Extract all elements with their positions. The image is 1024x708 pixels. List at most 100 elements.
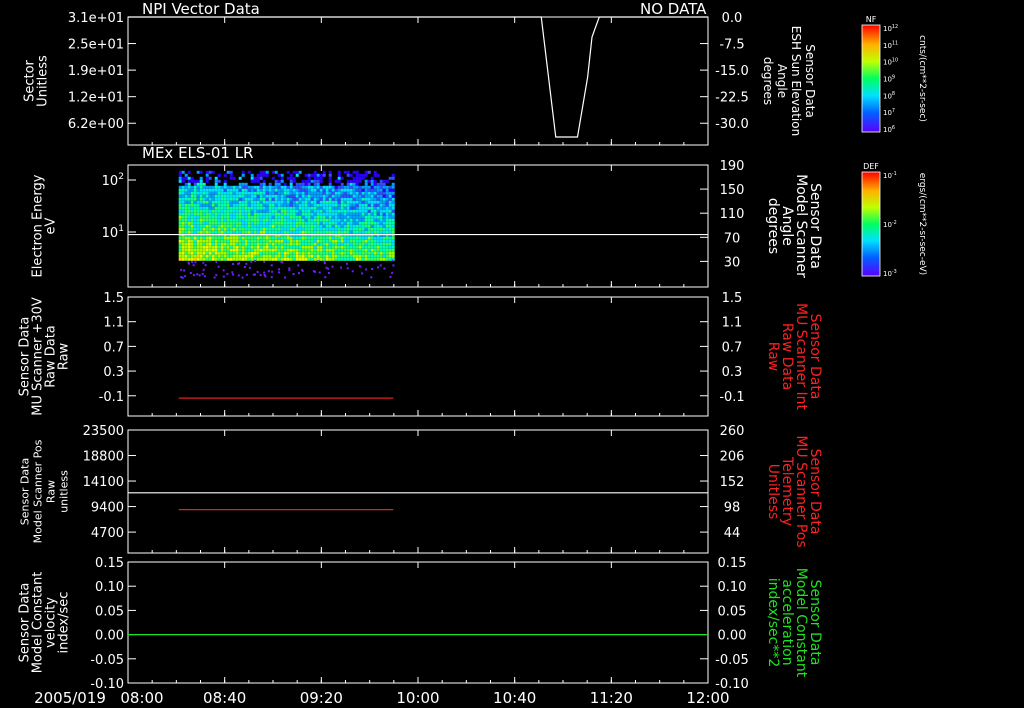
spectrogram-cell bbox=[235, 191, 239, 195]
spectrogram-cell bbox=[379, 185, 383, 189]
spectrogram-cell bbox=[223, 188, 227, 192]
spectrogram-cell bbox=[181, 242, 185, 246]
spectrogram-cell bbox=[316, 230, 320, 234]
spectrogram-cell bbox=[208, 200, 212, 204]
spectrogram-cell bbox=[379, 179, 383, 183]
spectrogram-cell bbox=[184, 248, 188, 252]
spectrogram-cell bbox=[235, 257, 239, 261]
spectrogram-cell bbox=[319, 173, 323, 177]
spectrogram-cell bbox=[241, 173, 245, 177]
spectrogram-cell bbox=[274, 191, 278, 195]
spectrogram-cell bbox=[202, 194, 206, 198]
spectrogram-cell bbox=[373, 254, 377, 258]
spectrogram-cell bbox=[205, 218, 209, 222]
spectrogram-cell bbox=[355, 248, 359, 252]
spectrogram-cell bbox=[328, 182, 332, 186]
spectrogram-cell bbox=[271, 197, 275, 201]
colorbar-tick-label: 106 bbox=[883, 125, 895, 134]
spectrogram-cell bbox=[250, 188, 254, 192]
spectrogram-cell bbox=[232, 254, 236, 258]
spectrogram-cell bbox=[367, 170, 371, 174]
spectrogram-cell bbox=[379, 242, 383, 246]
date-label: 2005/019 bbox=[34, 689, 106, 707]
spectrogram-cell bbox=[256, 188, 260, 192]
spectrogram-speck bbox=[232, 273, 235, 276]
spectrogram-cell bbox=[385, 254, 389, 258]
spectrogram-cell bbox=[181, 176, 185, 180]
spectrogram-cell bbox=[361, 230, 365, 234]
spectrogram-cell bbox=[196, 215, 200, 219]
spectrogram-cell bbox=[352, 230, 356, 234]
spectrogram-cell bbox=[241, 227, 245, 231]
spectrogram-cell bbox=[289, 173, 293, 177]
spectrogram-cell bbox=[364, 194, 368, 198]
spectrogram-cell bbox=[265, 257, 269, 261]
spectrogram-cell bbox=[202, 224, 206, 228]
spectrogram-cell bbox=[298, 239, 302, 243]
spectrogram-cell bbox=[355, 221, 359, 225]
spectrogram-cell bbox=[316, 200, 320, 204]
colorbar-tick-label: 107 bbox=[883, 108, 895, 117]
spectrogram-cell bbox=[328, 194, 332, 198]
spectrogram-cell bbox=[337, 236, 341, 240]
spectrogram-cell bbox=[220, 251, 224, 255]
spectrogram-cell bbox=[388, 221, 392, 225]
spectrogram-cell bbox=[343, 194, 347, 198]
spectrogram-cell bbox=[268, 236, 272, 240]
spectrogram-cell bbox=[382, 224, 386, 228]
panel1-title: NPI Vector Data bbox=[142, 0, 260, 18]
spectrogram-cell bbox=[187, 200, 191, 204]
spectrogram-cell bbox=[304, 218, 308, 222]
spectrogram-cell bbox=[319, 209, 323, 213]
spectrogram-cell bbox=[187, 251, 191, 255]
left-axis-label: SectorUnitless bbox=[23, 55, 51, 107]
spectrogram-speck bbox=[259, 274, 262, 277]
spectrogram-cell bbox=[298, 209, 302, 213]
spectrogram-cell bbox=[196, 227, 200, 231]
spectrogram-cell bbox=[262, 200, 266, 204]
spectrogram-cell bbox=[364, 221, 368, 225]
spectrogram-cell bbox=[202, 197, 206, 201]
spectrogram-cell bbox=[346, 245, 350, 249]
spectrogram-cell bbox=[298, 242, 302, 246]
spectrogram-cell bbox=[352, 245, 356, 249]
spectrogram-cell bbox=[214, 224, 218, 228]
spectrogram-cell bbox=[268, 242, 272, 246]
spectrogram-cell bbox=[298, 185, 302, 189]
spectrogram-cell bbox=[178, 227, 182, 231]
spectrogram-cell bbox=[268, 203, 272, 207]
spectrogram-cell bbox=[286, 185, 290, 189]
spectrogram-cell bbox=[178, 245, 182, 249]
spectrogram-cell bbox=[346, 194, 350, 198]
spectrogram-cell bbox=[358, 221, 362, 225]
spectrogram-cell bbox=[190, 215, 194, 219]
spectrogram-cell bbox=[361, 236, 365, 240]
spectrogram-cell bbox=[268, 251, 272, 255]
spectrogram-cell bbox=[304, 257, 308, 261]
spectrogram-cell bbox=[190, 248, 194, 252]
spectrogram-cell bbox=[325, 224, 329, 228]
spectrogram-cell bbox=[280, 209, 284, 213]
spectrogram-cell bbox=[376, 257, 380, 261]
spectrogram-cell bbox=[367, 185, 371, 189]
spectrogram-cell bbox=[190, 176, 194, 180]
spectrogram-cell bbox=[202, 236, 206, 240]
spectrogram-cell bbox=[325, 185, 329, 189]
spectrogram-cell bbox=[346, 254, 350, 258]
spectrogram-cell bbox=[226, 212, 230, 216]
spectrogram-cell bbox=[271, 194, 275, 198]
spectrogram-cell bbox=[355, 218, 359, 222]
spectrogram-cell bbox=[232, 191, 236, 195]
spectrogram-cell bbox=[205, 224, 209, 228]
spectrogram-cell bbox=[253, 212, 257, 216]
spectrogram-cell bbox=[184, 218, 188, 222]
spectrogram-cell bbox=[265, 188, 269, 192]
spectrogram-cell bbox=[346, 251, 350, 255]
spectrogram-cell bbox=[304, 221, 308, 225]
spectrogram-cell bbox=[322, 224, 326, 228]
spectrogram-cell bbox=[292, 200, 296, 204]
spectrogram-cell bbox=[196, 230, 200, 234]
spectrogram-cell bbox=[217, 248, 221, 252]
spectrogram-cell bbox=[340, 230, 344, 234]
spectrogram-cell bbox=[310, 218, 314, 222]
